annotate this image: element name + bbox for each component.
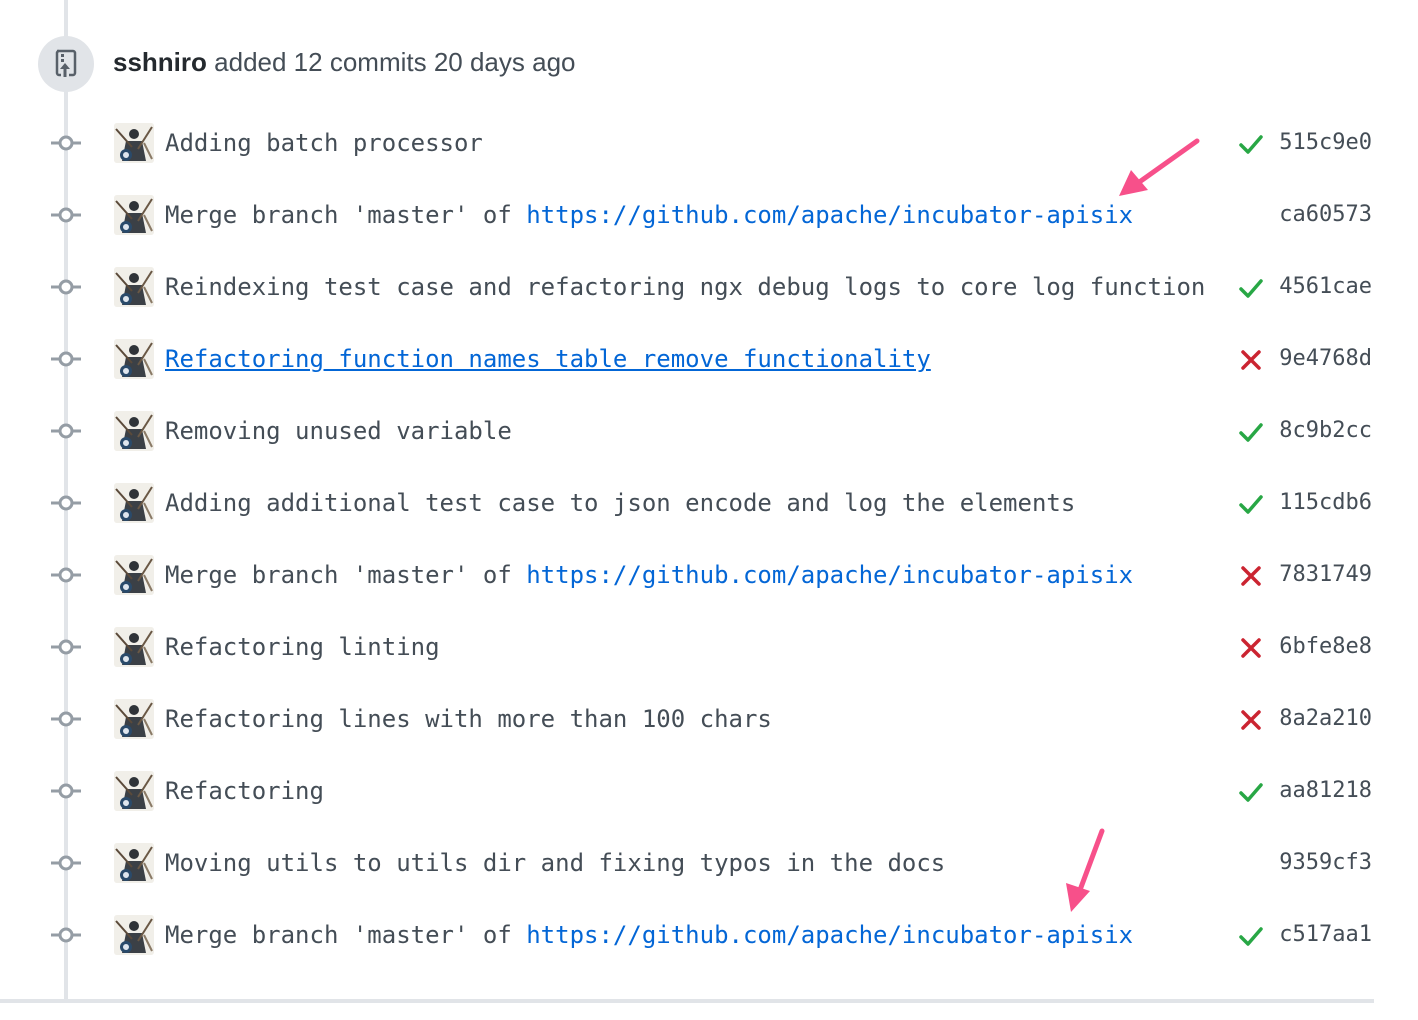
commit-message[interactable]: Refactoring lines with more than 100 cha… — [165, 701, 772, 737]
git-commit-icon — [51, 781, 81, 801]
commit-sha-link[interactable]: 515c9e0 — [1279, 125, 1372, 161]
commit-row: Merge branch 'master' of https://github.… — [0, 179, 1418, 251]
commit-message[interactable]: Removing unused variable — [165, 413, 512, 449]
commit-sha-link[interactable]: ca60573 — [1279, 197, 1372, 233]
commit-row: Adding batch processor 515c9e0 — [0, 107, 1418, 179]
commit-message-text[interactable]: Adding batch processor — [165, 129, 483, 157]
avatar[interactable] — [114, 915, 154, 955]
commit-message-text[interactable]: Moving utils to utils dir and fixing typ… — [165, 849, 945, 877]
git-commit-icon — [51, 637, 81, 657]
event-header: sshniro added 12 commits 20 days ago — [113, 44, 576, 80]
avatar[interactable] — [114, 627, 154, 667]
commit-message[interactable]: Adding additional test case to json enco… — [165, 485, 1075, 521]
commit-sha-link[interactable]: aa81218 — [1279, 773, 1372, 809]
avatar[interactable] — [114, 483, 154, 523]
git-commit-icon — [51, 277, 81, 297]
commit-sha-link[interactable]: 4561cae — [1279, 269, 1372, 305]
commit-message-text[interactable]: Adding additional test case to json enco… — [165, 489, 1075, 517]
commit-message[interactable]: Merge branch 'master' of https://github.… — [165, 197, 1133, 233]
commit-message-text[interactable]: Refactoring function names table remove … — [165, 345, 931, 373]
check-icon[interactable] — [1238, 419, 1264, 445]
commit-sha-link[interactable]: 115cdb6 — [1279, 485, 1372, 521]
git-commit-icon — [51, 421, 81, 441]
commit-sha-link[interactable]: 9359cf3 — [1279, 845, 1372, 881]
commit-sha-link[interactable]: c517aa1 — [1279, 917, 1372, 953]
avatar[interactable] — [114, 411, 154, 451]
x-icon[interactable] — [1238, 563, 1264, 589]
commit-message[interactable]: Reindexing test case and refactoring ngx… — [165, 269, 1205, 305]
git-commit-icon — [51, 565, 81, 585]
commit-row: Refactoring lines with more than 100 cha… — [0, 683, 1418, 755]
commit-row: Merge branch 'master' of https://github.… — [0, 539, 1418, 611]
git-commit-icon — [51, 133, 81, 153]
x-icon[interactable] — [1238, 635, 1264, 661]
event-action-text: added 12 commits 20 days ago — [214, 47, 576, 77]
commit-message-text[interactable]: Reindexing test case and refactoring ngx… — [165, 273, 1205, 301]
git-commit-icon — [51, 709, 81, 729]
git-commit-icon — [51, 205, 81, 225]
x-icon[interactable] — [1238, 347, 1264, 373]
avatar[interactable] — [114, 195, 154, 235]
repo-push-icon — [38, 36, 94, 92]
commit-message-text[interactable]: Refactoring — [165, 777, 324, 805]
commit-message[interactable]: Moving utils to utils dir and fixing typ… — [165, 845, 945, 881]
check-icon[interactable] — [1238, 131, 1264, 157]
bottom-divider — [0, 999, 1374, 1003]
check-icon[interactable] — [1238, 491, 1264, 517]
commit-message-link[interactable]: https://github.com/apache/incubator-apis… — [526, 561, 1133, 589]
commit-message-text[interactable]: Refactoring lines with more than 100 cha… — [165, 705, 772, 733]
commit-message-text[interactable]: Merge branch 'master' of — [165, 561, 526, 589]
avatar[interactable] — [114, 123, 154, 163]
commit-message[interactable]: Refactoring function names table remove … — [165, 341, 931, 377]
commit-message-text[interactable]: Removing unused variable — [165, 417, 512, 445]
commit-message-text[interactable]: Merge branch 'master' of — [165, 201, 526, 229]
git-commit-icon — [51, 493, 81, 513]
git-commit-icon — [51, 853, 81, 873]
commit-row: Adding additional test case to json enco… — [0, 467, 1418, 539]
check-icon[interactable] — [1238, 275, 1264, 301]
commit-message[interactable]: Refactoring linting — [165, 629, 440, 665]
git-commit-icon — [51, 925, 81, 945]
commit-sha-link[interactable]: 7831749 — [1279, 557, 1372, 593]
commit-message-link[interactable]: https://github.com/apache/incubator-apis… — [526, 201, 1133, 229]
avatar[interactable] — [114, 843, 154, 883]
commit-message[interactable]: Adding batch processor — [165, 125, 483, 161]
x-icon[interactable] — [1238, 707, 1264, 733]
avatar[interactable] — [114, 699, 154, 739]
commit-message[interactable]: Refactoring — [165, 773, 324, 809]
avatar[interactable] — [114, 771, 154, 811]
commit-sha-link[interactable]: 6bfe8e8 — [1279, 629, 1372, 665]
commit-row: Refactoring linting 6bfe8e8 — [0, 611, 1418, 683]
check-icon[interactable] — [1238, 923, 1264, 949]
commit-row: Merge branch 'master' of https://github.… — [0, 899, 1418, 971]
commit-message[interactable]: Merge branch 'master' of https://github.… — [165, 917, 1133, 953]
commit-row: Removing unused variable 8c9b2cc — [0, 395, 1418, 467]
git-commit-icon — [51, 349, 81, 369]
avatar[interactable] — [114, 339, 154, 379]
commit-message-link[interactable]: https://github.com/apache/incubator-apis… — [526, 921, 1133, 949]
author-link[interactable]: sshniro — [113, 47, 207, 77]
check-icon[interactable] — [1238, 779, 1264, 805]
commit-message[interactable]: Merge branch 'master' of https://github.… — [165, 557, 1133, 593]
commit-row: Reindexing test case and refactoring ngx… — [0, 251, 1418, 323]
commit-message-text[interactable]: Refactoring linting — [165, 633, 440, 661]
commit-sha-link[interactable]: 8a2a210 — [1279, 701, 1372, 737]
commit-row: Moving utils to utils dir and fixing typ… — [0, 827, 1418, 899]
avatar[interactable] — [114, 555, 154, 595]
commit-sha-link[interactable]: 9e4768d — [1279, 341, 1372, 377]
commit-sha-link[interactable]: 8c9b2cc — [1279, 413, 1372, 449]
avatar[interactable] — [114, 267, 154, 307]
commit-row: Refactoring aa81218 — [0, 755, 1418, 827]
commit-message-text[interactable]: Merge branch 'master' of — [165, 921, 526, 949]
commit-row: Refactoring function names table remove … — [0, 323, 1418, 395]
